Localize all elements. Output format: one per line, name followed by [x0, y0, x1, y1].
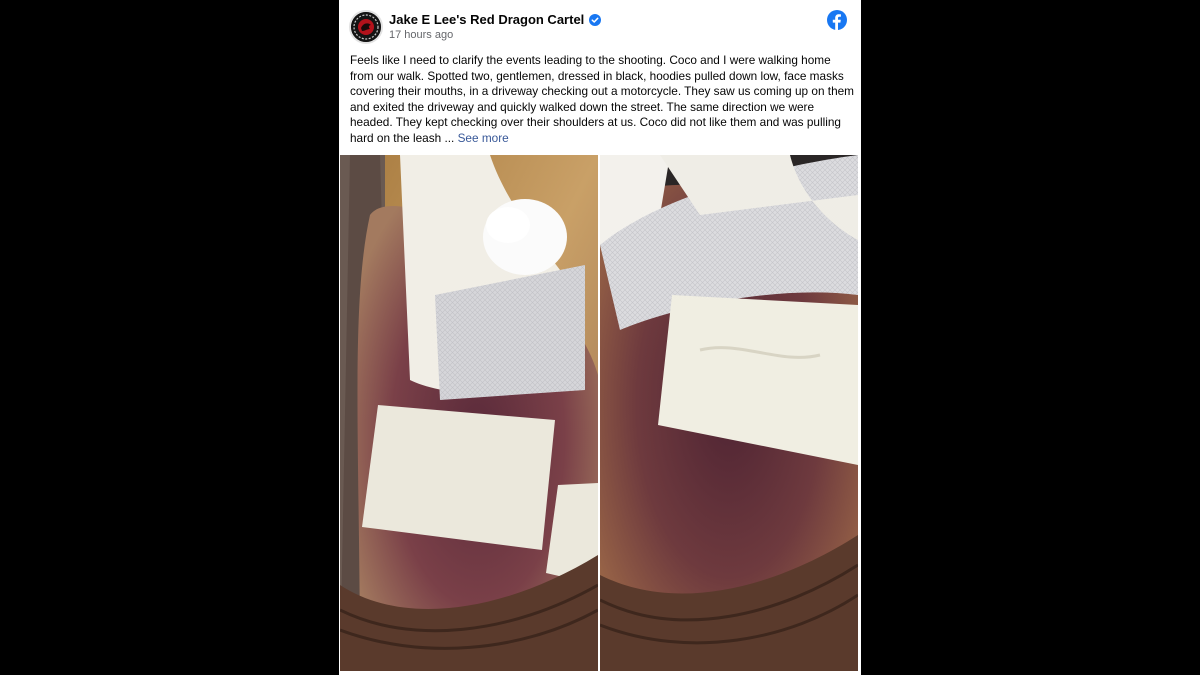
post-timestamp[interactable]: 17 hours ago — [389, 29, 453, 41]
post-header: Jake E Lee's Red Dragon Cartel 17 hours … — [339, 0, 861, 52]
see-more-link[interactable]: See more — [458, 131, 509, 145]
bandaged-wound-image-right — [600, 155, 858, 671]
post-body: Feels like I need to clarify the events … — [350, 53, 854, 147]
bandaged-wound-image-left — [340, 155, 598, 671]
wound-photo-left[interactable] — [340, 155, 598, 671]
page-name[interactable]: Jake E Lee's Red Dragon Cartel — [389, 12, 584, 27]
verified-badge-icon — [589, 13, 602, 26]
page-name-link[interactable]: Jake E Lee's Red Dragon Cartel — [389, 12, 602, 27]
dragon-logo-icon — [351, 12, 381, 42]
facebook-post: Jake E Lee's Red Dragon Cartel 17 hours … — [339, 0, 861, 675]
wound-photo-right[interactable] — [600, 155, 858, 671]
post-text: Feels like I need to clarify the events … — [350, 53, 855, 145]
page-avatar[interactable] — [349, 10, 383, 44]
photo-grid — [340, 155, 860, 675]
facebook-icon[interactable] — [827, 10, 847, 30]
